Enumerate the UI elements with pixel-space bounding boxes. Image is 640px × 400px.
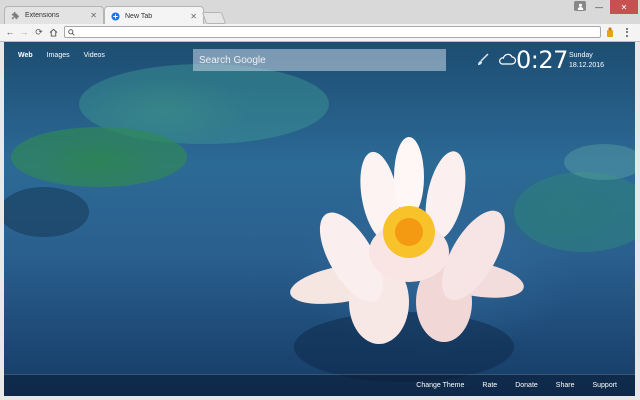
minimize-icon[interactable]: — — [588, 0, 610, 14]
back-arrow-icon[interactable]: ← — [4, 26, 16, 38]
brush-icon[interactable] — [476, 53, 490, 67]
forward-arrow-icon[interactable]: → — [18, 26, 30, 38]
change-theme-link[interactable]: Change Theme — [416, 382, 464, 389]
clock-time: 0:27 — [516, 46, 568, 74]
weekday: Sunday — [569, 52, 593, 59]
address-bar[interactable] — [64, 26, 601, 38]
close-icon[interactable]: ✕ — [90, 11, 97, 20]
close-icon[interactable]: ✕ — [190, 12, 197, 21]
address-input[interactable] — [78, 28, 600, 36]
tab-label: New Tab — [125, 12, 153, 20]
tab-label: Extensions — [25, 12, 60, 19]
search-box[interactable] — [193, 49, 446, 71]
menu-dots-icon[interactable] — [623, 27, 631, 38]
date: 18.12.2016 — [569, 62, 605, 69]
profile-icon[interactable] — [574, 1, 586, 11]
close-window-icon[interactable]: ✕ — [610, 0, 638, 14]
search-icon — [68, 23, 75, 41]
share-link[interactable]: Share — [556, 382, 575, 389]
footer-bar: Change Theme Rate Donate Share Support — [4, 374, 635, 396]
reload-icon[interactable]: ⟳ — [33, 26, 45, 38]
tab-new-tab[interactable]: New Tab ✕ — [104, 6, 204, 25]
link-web[interactable]: Web — [18, 52, 33, 59]
link-videos[interactable]: Videos — [84, 52, 105, 59]
globe-icon — [111, 11, 120, 21]
lotus-background-image — [4, 64, 635, 382]
browser-window: Extensions ✕ New Tab ✕ — ✕ ← → ⟳ Web Ima… — [0, 0, 640, 400]
date-block: Sunday 18.12.2016 — [569, 51, 604, 71]
support-link[interactable]: Support — [592, 382, 617, 389]
tab-extensions[interactable]: Extensions ✕ — [4, 6, 104, 24]
search-type-links: Web Images Videos — [18, 52, 105, 59]
cloud-icon — [499, 53, 517, 65]
rate-link[interactable]: Rate — [482, 382, 497, 389]
window-controls: — ✕ — [588, 0, 638, 14]
tab-strip: Extensions ✕ New Tab ✕ — ✕ — [0, 0, 640, 25]
browser-toolbar: ← → ⟳ — [0, 24, 640, 42]
home-icon[interactable] — [47, 26, 59, 38]
link-images[interactable]: Images — [47, 52, 70, 59]
puzzle-icon — [11, 11, 20, 20]
donate-link[interactable]: Donate — [515, 382, 538, 389]
search-input[interactable] — [199, 54, 440, 66]
extension-icon[interactable] — [606, 27, 614, 38]
new-tab-page: Web Images Videos 0:27 Sunday 18.12.2016… — [4, 42, 635, 396]
new-tab-button[interactable] — [201, 12, 227, 24]
